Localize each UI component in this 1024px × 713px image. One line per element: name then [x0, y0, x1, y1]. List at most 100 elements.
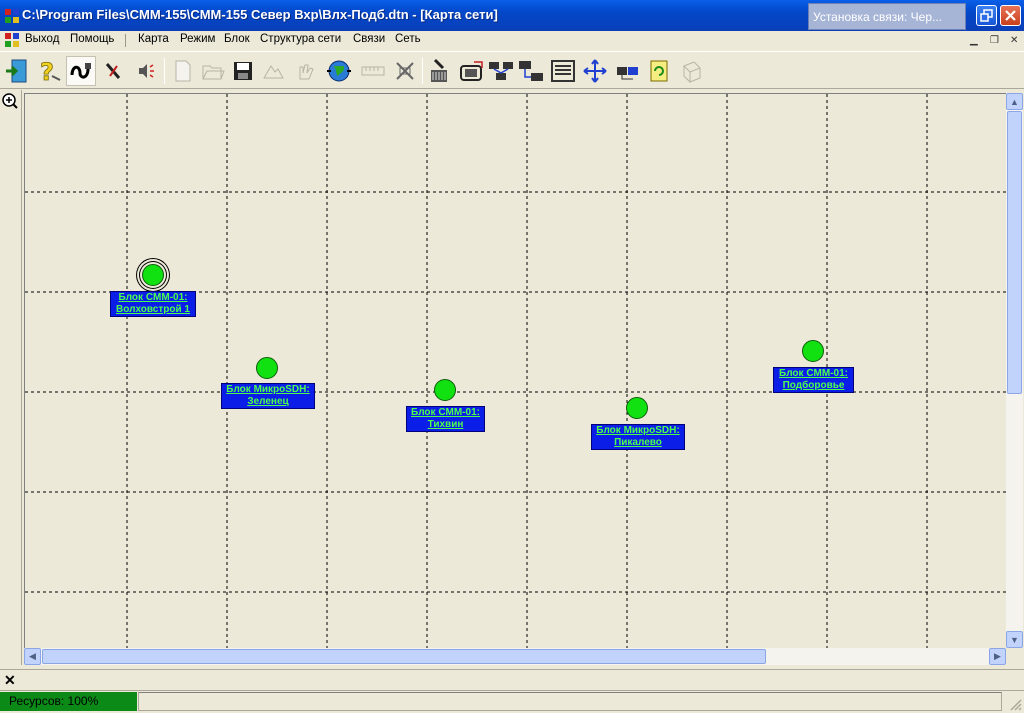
status-bar: Ресурсов: 100% [0, 690, 1024, 713]
node-label-line1: Блок МикроSDH: [226, 384, 310, 395]
device-icon [460, 61, 483, 81]
network-1-icon [489, 62, 513, 80]
menu-bar: Выход Помощь Карта Режим Блок Структура … [0, 31, 1024, 50]
menu-network[interactable]: Сеть [395, 33, 421, 45]
scroll-left-icon[interactable]: ◀ [24, 648, 41, 665]
connect-icon [70, 63, 91, 79]
node-label[interactable]: Блок МикроSDH: Зеленец [221, 383, 315, 409]
scroll-down-icon[interactable]: ▼ [1006, 631, 1023, 648]
globe-icon [327, 60, 351, 82]
mdi-close-icon[interactable]: ✕ [1010, 35, 1018, 46]
device-button[interactable] [456, 56, 486, 86]
node-label-line2: Волховстрой 1 [116, 304, 190, 315]
exit-button[interactable] [2, 56, 32, 86]
left-tool-strip [0, 90, 22, 665]
menu-mode[interactable]: Режим [180, 33, 215, 45]
scroll-right-icon[interactable]: ▶ [989, 648, 1006, 665]
sound-button[interactable] [130, 56, 160, 86]
window-title: C:\Program Files\CMM-155\CMM-155 Север В… [22, 7, 498, 22]
status-panel [138, 692, 1002, 711]
menu-map[interactable]: Карта [138, 33, 169, 45]
bottom-panel: ✕ [0, 669, 1024, 689]
equipment-icon [431, 58, 447, 82]
new-file-icon [175, 60, 191, 82]
node-label-line1: Блок CMM-01: [118, 292, 188, 303]
vertical-scroll-thumb[interactable] [1007, 111, 1022, 394]
mdi-minimize-icon[interactable]: ▁ [970, 35, 978, 46]
refresh-icon [650, 60, 668, 82]
toolbar-separator [422, 58, 423, 84]
vertical-scrollbar[interactable]: ▲ ▼ [1006, 93, 1023, 648]
network-3-icon [551, 60, 575, 82]
node-marker[interactable] [434, 379, 456, 401]
node-label[interactable]: Блок CMM-01: Тихвин [406, 406, 485, 432]
cube-button[interactable] [676, 56, 706, 86]
menu-block[interactable]: Блок [224, 33, 250, 45]
horizontal-scrollbar[interactable]: ◀ ▶ [24, 648, 1006, 665]
open-file-button[interactable] [198, 56, 228, 86]
save-icon [234, 62, 252, 80]
network-map-canvas[interactable]: Блок CMM-01: Волховстрой 1 Блок МикроSDH… [24, 93, 1006, 648]
ruler-icon [361, 66, 385, 76]
close-icon [1005, 10, 1016, 21]
toolbar-separator [164, 58, 165, 84]
horizontal-scroll-thumb[interactable] [42, 649, 766, 664]
equipment-button[interactable] [424, 56, 454, 86]
popup-window-title[interactable]: Установка связи: Чер... [808, 3, 966, 30]
hand-button[interactable] [290, 56, 320, 86]
close-panel-icon[interactable]: ✕ [4, 672, 16, 689]
menu-network-structure[interactable]: Структура сети [260, 33, 341, 45]
connect-button[interactable] [66, 56, 96, 86]
app-icon[interactable] [4, 8, 20, 24]
node-marker[interactable] [256, 357, 278, 379]
node-label-line2: Пикалево [614, 437, 662, 448]
node-label-line2: Подборовье [782, 380, 845, 391]
node-label[interactable]: Блок МикроSDH: Пикалево [591, 424, 685, 450]
zoom-in-icon[interactable] [1, 92, 19, 110]
link-button[interactable] [612, 56, 642, 86]
document-icon[interactable] [4, 32, 20, 48]
svg-text:?: ? [40, 58, 54, 84]
new-file-button[interactable] [168, 56, 198, 86]
node-marker[interactable] [626, 397, 648, 419]
menu-exit[interactable]: Выход [25, 33, 59, 45]
network-1-button[interactable] [486, 56, 516, 86]
hand-icon [299, 64, 314, 80]
refresh-button[interactable] [644, 56, 674, 86]
cube-icon [683, 61, 701, 84]
node-label-line2: Тихвин [427, 419, 464, 430]
close-button[interactable] [1000, 5, 1021, 26]
node-marker-selected[interactable] [142, 264, 164, 286]
network-2-icon [519, 61, 543, 81]
menu-links[interactable]: Связи [353, 33, 385, 45]
node-label[interactable]: Блок CMM-01: Волховстрой 1 [110, 291, 196, 317]
resize-grip-icon[interactable] [1008, 697, 1022, 711]
scroll-up-icon[interactable]: ▲ [1006, 93, 1023, 110]
node-label-line1: Блок МикроSDH: [596, 425, 680, 436]
node-label-line2: Зеленец [247, 396, 289, 407]
mdi-restore-icon[interactable]: ❐ [990, 35, 999, 46]
image-button[interactable] [258, 56, 288, 86]
move-button[interactable] [580, 56, 610, 86]
help-button[interactable]: ? [34, 56, 64, 86]
node-label-line1: Блок CMM-01: [411, 407, 480, 418]
save-button[interactable] [228, 56, 258, 86]
restore-button[interactable] [976, 5, 997, 26]
node-label[interactable]: Блок CMM-01: Подборовье [773, 367, 854, 393]
menu-separator [125, 34, 126, 47]
open-file-icon [202, 65, 225, 80]
ruler-button[interactable] [358, 56, 388, 86]
title-bar[interactable]: C:\Program Files\CMM-155\CMM-155 Север В… [0, 0, 1024, 31]
tools-icon [105, 63, 121, 79]
node-marker[interactable] [802, 340, 824, 362]
sound-icon [139, 64, 154, 78]
globe-button[interactable] [324, 56, 354, 86]
tools-button[interactable] [98, 56, 128, 86]
network-3-button[interactable] [548, 56, 578, 86]
map-grid [25, 94, 1006, 648]
disconnect-icon [396, 62, 414, 80]
network-2-button[interactable] [516, 56, 546, 86]
menu-help[interactable]: Помощь [70, 33, 114, 45]
disconnect-button[interactable] [390, 56, 420, 86]
help-icon: ? [40, 58, 61, 84]
